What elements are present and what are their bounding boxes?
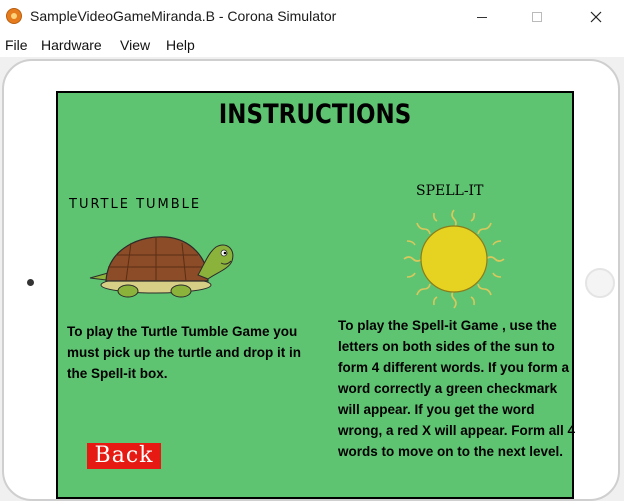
maximize-icon [532,12,542,22]
turtle-tumble-instructions: To play the Turtle Tumble Game you must … [67,324,302,381]
tablet-frame: INSTRUCTIONS TURTLE TUMBLE SPELL-IT To p… [2,59,620,501]
close-icon [590,11,602,23]
game-screen: INSTRUCTIONS TURTLE TUMBLE SPELL-IT To p… [56,91,575,499]
menu-help[interactable]: Help [166,37,195,53]
window-title: SampleVideoGameMiranda.B - Corona Simula… [30,8,337,24]
sun-image [403,209,505,309]
spell-it-instructions: To play the Spell-it Game , use the lett… [338,318,576,459]
back-button[interactable]: Back [87,443,161,469]
simulator-device-area: INSTRUCTIONS TURTLE TUMBLE SPELL-IT To p… [0,57,624,501]
menu-file[interactable]: File [5,37,28,53]
menu-hardware[interactable]: Hardware [41,37,102,53]
turtle-tumble-title: TURTLE TUMBLE [69,197,202,212]
instructions-title: INSTRUCTIONS [218,99,412,130]
maximize-button[interactable] [517,4,557,30]
camera-dot [27,279,34,286]
spell-it-title: SPELL-IT [416,183,484,199]
window-titlebar: SampleVideoGameMiranda.B - Corona Simula… [0,0,624,34]
minimize-icon [477,17,487,18]
turtle-image [89,236,234,298]
corona-app-icon [6,8,22,24]
home-button[interactable] [585,268,615,298]
close-button[interactable] [576,4,616,30]
menu-view[interactable]: View [120,37,150,53]
menu-bar: File Hardware View Help [0,34,624,56]
minimize-button[interactable] [462,4,502,30]
